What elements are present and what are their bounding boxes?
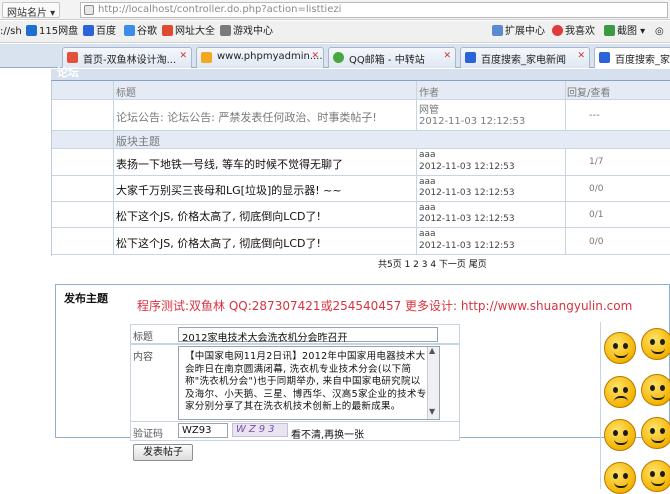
money-emoji-icon[interactable] xyxy=(604,462,636,494)
table-row: 大家千万别买三丧母和LG[垃圾]的显示器! ~~ aaa 2012-11-03 … xyxy=(52,176,670,202)
grin-emoji-icon[interactable] xyxy=(641,460,670,492)
column-stats: 回复/查看 xyxy=(567,88,611,99)
baidu-icon xyxy=(83,25,94,36)
tab-baidu-news[interactable]: 百度搜索_家电新闻 ✕ xyxy=(460,47,590,68)
heart-icon xyxy=(552,25,563,36)
tab-home[interactable]: 首页-双鱼林设计淘... ✕ xyxy=(62,47,192,68)
tab-qqmail[interactable]: QQ邮箱 - 中转站 ✕ xyxy=(328,47,456,68)
more-toolbar-button[interactable]: ◎ xyxy=(655,25,664,39)
baidu-tab-icon xyxy=(465,52,476,63)
table-row: 松下这个JS, 价格太高了, 彻底倒向LCD了! aaa 2012-11-03 … xyxy=(52,228,670,255)
announcement-stats: --- xyxy=(589,110,600,121)
bookmarks-bar: ://sh 115网盘 百度 谷歌 网址大全 游戏中心 扩展中心 我喜欢 截图 … xyxy=(0,21,670,43)
extensions-button[interactable]: 扩展中心 xyxy=(492,25,545,39)
tab-baidu-home[interactable]: 百度搜索_家用 xyxy=(594,47,670,68)
scroll-down-icon[interactable]: ▼ xyxy=(429,407,435,416)
captcha-label: 验证码 xyxy=(133,429,163,440)
table-header-row: 标题 作者 回复/查看 xyxy=(52,81,670,100)
screenshot-button[interactable]: 截图 ▾ xyxy=(604,25,645,39)
smile-emoji-icon[interactable] xyxy=(604,332,636,364)
thread-stats: 1/7 xyxy=(589,157,604,167)
credit-line: 程序测试:双鱼林 QQ:287307421或254540457 更多设计: ht… xyxy=(137,299,633,313)
baidu-tab-icon xyxy=(599,52,610,63)
url-input[interactable]: http://localhost/controller.do.php?actio… xyxy=(80,2,668,18)
bookmark-sh[interactable]: ://sh xyxy=(0,25,22,39)
bookmark-115[interactable]: 115网盘 xyxy=(26,25,78,39)
title-input[interactable]: 2012家电技术大会洗衣机分会昨召开 xyxy=(178,327,438,344)
section-row: 版块主题 xyxy=(52,131,670,149)
cry-emoji-icon[interactable] xyxy=(604,419,636,451)
address-bar-row: 网站名片 ▾ http://localhost/controller.do.ph… xyxy=(0,0,670,20)
favorites-button[interactable]: 我喜欢 xyxy=(552,25,595,39)
close-icon[interactable]: ✕ xyxy=(443,51,451,61)
post-heading: 发布主题 xyxy=(64,292,108,305)
home-tab-icon xyxy=(67,52,78,63)
captcha-input-value: WZ93 xyxy=(182,425,212,436)
content-label: 内容 xyxy=(133,352,153,363)
captcha-refresh-link[interactable]: 看不清,再换一张 xyxy=(291,426,364,441)
hao-icon xyxy=(162,25,173,36)
qqmail-icon xyxy=(333,52,344,63)
close-icon[interactable]: ✕ xyxy=(311,51,319,61)
captcha-input[interactable]: WZ93 xyxy=(178,423,228,438)
grin-emoji-icon[interactable] xyxy=(641,417,670,449)
close-icon[interactable]: ✕ xyxy=(179,51,187,61)
phpmyadmin-icon xyxy=(201,52,212,63)
gamepad-icon xyxy=(220,25,231,36)
scroll-up-icon[interactable]: ▲ xyxy=(429,347,435,355)
page-icon xyxy=(84,5,94,15)
title-input-value: 2012家电技术大会洗衣机分会昨召开 xyxy=(182,333,348,344)
angry-emoji-icon[interactable] xyxy=(604,376,636,408)
scissors-icon xyxy=(604,25,615,36)
forum-title: 论坛 xyxy=(57,66,79,79)
tab-phpmyadmin[interactable]: www.phpmyadmin.... ✕ xyxy=(196,47,324,68)
forum-table: 标题 作者 回复/查看 论坛公告: 论坛公告: 严禁发表任何政治、时事类帖子! … xyxy=(51,81,670,256)
google-icon xyxy=(124,25,135,36)
bookmark-google[interactable]: 谷歌 xyxy=(124,25,157,39)
content-text: 【中国家电网11月2日讯】2012年中国家用电器技术大会昨日在南京圆满闭幕, 洗… xyxy=(185,351,427,412)
close-icon[interactable]: ✕ xyxy=(577,51,585,61)
thread-stats: 0/0 xyxy=(589,237,604,247)
pagination[interactable]: 共5页 1 2 3 4 下一页 尾页 xyxy=(378,257,487,270)
bookmark-games[interactable]: 游戏中心 xyxy=(220,25,273,39)
url-text: http://localhost/controller.do.php?actio… xyxy=(98,4,342,15)
announcement-row: 论坛公告: 论坛公告: 严禁发表任何政治、时事类帖子! 网管 2012-11-0… xyxy=(52,100,670,131)
content-textarea[interactable]: 【中国家电网11月2日讯】2012年中国家用电器技术大会昨日在南京圆满闭幕, 洗… xyxy=(178,346,440,420)
title-label: 标题 xyxy=(133,332,153,343)
emoji-panel xyxy=(600,322,670,494)
textarea-scrollbar[interactable]: ▲ ▼ xyxy=(427,347,439,419)
laugh-emoji-icon[interactable] xyxy=(641,374,670,406)
puzzle-icon xyxy=(492,25,503,36)
section-label: 版块主题 xyxy=(116,135,160,148)
site-card-button[interactable]: 网站名片 ▾ xyxy=(2,2,61,19)
table-row: 松下这个JS, 价格太高了, 彻底倒向LCD了! aaa 2012-11-03 … xyxy=(52,202,670,228)
submit-post-button[interactable]: 发表帖子 xyxy=(133,444,193,461)
table-row: 表扬一下地铁一号线, 等车的时候不觉得无聊了 aaa 2012-11-03 12… xyxy=(52,149,670,176)
bookmark-hao[interactable]: 网址大全 xyxy=(162,25,215,39)
thread-stats: 0/1 xyxy=(589,210,604,220)
tab-strip: 首页-双鱼林设计淘... ✕ www.phpmyadmin.... ✕ QQ邮箱 -… xyxy=(0,44,670,68)
thread-stats: 0/0 xyxy=(589,184,604,194)
captcha-image[interactable]: WZ93 xyxy=(232,423,288,437)
115-icon xyxy=(26,25,37,36)
bookmark-baidu[interactable]: 百度 xyxy=(83,25,116,39)
thumbs-up-emoji-icon[interactable] xyxy=(641,328,670,360)
forum-title-bar: 论坛 xyxy=(51,66,670,81)
site-card-label: 网站名片 xyxy=(7,8,47,19)
